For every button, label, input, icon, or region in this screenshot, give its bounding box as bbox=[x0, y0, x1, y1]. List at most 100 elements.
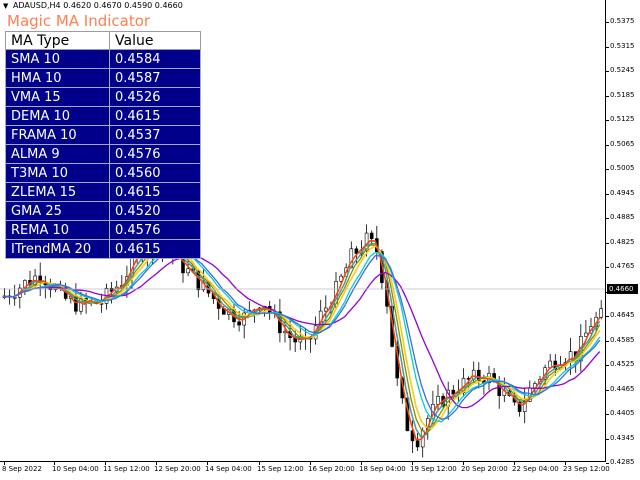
ma-value-cell: 0.4520 bbox=[109, 201, 201, 221]
price-tick-label: 0.5315 bbox=[610, 41, 635, 50]
ma-type-cell: FRAMA 10 bbox=[5, 125, 110, 145]
price-tick-label: 0.5185 bbox=[610, 90, 635, 99]
candlestick bbox=[2, 287, 7, 300]
candlestick bbox=[415, 433, 420, 451]
price-tick-label: 0.4405 bbox=[610, 409, 635, 417]
time-tick-label: 11 Sep 12:00 bbox=[103, 465, 150, 473]
time-tick-label: 10 Sep 04:00 bbox=[52, 465, 99, 473]
current-price-label: 0.4660 bbox=[607, 284, 638, 294]
price-axis[interactable]: 0.5375 0.5315 0.5245 0.5185 0.5125 0.5065 0.50… bbox=[606, 0, 640, 466]
price-tick-label: 0.5065 bbox=[610, 139, 635, 148]
ma-type-cell: REMA 10 bbox=[5, 220, 110, 240]
ma-value-cell: 0.4537 bbox=[109, 125, 201, 145]
price-tick-label: 0.4285 bbox=[610, 458, 635, 466]
price-tick-label: 0.4585 bbox=[610, 335, 635, 344]
price-tick-label: 0.4885 bbox=[610, 213, 635, 221]
symbol-dropdown-icon[interactable]: ▼ bbox=[3, 2, 8, 10]
candlestick bbox=[599, 300, 604, 320]
ma-type-cell: DEMA 10 bbox=[5, 106, 110, 126]
table-header-row: MA Type Value bbox=[5, 31, 201, 50]
time-tick-label: 22 Sep 04:00 bbox=[512, 465, 559, 473]
candlestick bbox=[17, 283, 22, 309]
price-tick bbox=[606, 389, 609, 391]
price-tick bbox=[606, 267, 609, 268]
ma-type-cell: ITrendMA 20 bbox=[5, 239, 110, 259]
price-tick bbox=[606, 242, 609, 244]
table-row: REMA 10 0.4576 bbox=[5, 220, 201, 240]
ma-type-cell: VMA 15 bbox=[5, 87, 110, 107]
ma-value-cell: 0.4615 bbox=[109, 106, 201, 126]
table-row: FRAMA 10 0.4537 bbox=[5, 125, 201, 145]
price-tick bbox=[606, 22, 609, 23]
price-tick-label: 0.5375 bbox=[610, 17, 635, 25]
table-row: VMA 15 0.4526 bbox=[5, 87, 201, 107]
time-tick-label: 15 Sep 12:00 bbox=[257, 465, 304, 473]
time-tick-label: 14 Sep 04:00 bbox=[205, 465, 252, 473]
candlestick bbox=[242, 308, 246, 339]
ma-type-cell: HMA 10 bbox=[5, 68, 110, 88]
ma-type-cell: GMA 25 bbox=[5, 201, 110, 221]
time-tick-label: 12 Sep 20:00 bbox=[154, 465, 201, 473]
ma-value-cell: 0.4587 bbox=[109, 68, 201, 88]
indicator-title: Magic MA Indicator bbox=[7, 12, 151, 30]
ma-type-cell: SMA 10 bbox=[5, 49, 110, 69]
candlestick bbox=[471, 361, 476, 385]
table-row: HMA 10 0.4587 bbox=[5, 68, 201, 88]
ma-value-cell: 0.4576 bbox=[109, 220, 201, 240]
price-tick-label: 0.4525 bbox=[610, 360, 635, 368]
price-tick bbox=[606, 71, 609, 72]
candlestick bbox=[584, 319, 588, 337]
ma-value-cell: 0.4526 bbox=[109, 87, 201, 107]
ma-type-cell: ALMA 9 bbox=[5, 144, 110, 164]
price-tick-label: 0.4945 bbox=[610, 188, 635, 197]
price-tick bbox=[606, 463, 609, 464]
price-tick bbox=[606, 46, 609, 48]
price-tick-label: 0.4825 bbox=[610, 237, 635, 246]
time-tick-label: 23 Sep 12:00 bbox=[563, 465, 610, 473]
ma-value-cell: 0.4560 bbox=[109, 163, 201, 183]
candlestick bbox=[548, 354, 553, 370]
price-tick bbox=[606, 169, 609, 170]
column-header-ma-type: MA Type bbox=[5, 31, 110, 50]
price-tick-label: 0.5125 bbox=[610, 115, 635, 123]
time-tick-label: 16 Sep 20:00 bbox=[308, 465, 355, 473]
ma-type-cell: T3MA 10 bbox=[5, 163, 110, 183]
price-tick-label: 0.5005 bbox=[610, 164, 635, 172]
price-tick-label: 0.4645 bbox=[610, 311, 635, 319]
price-tick-label: 0.4765 bbox=[610, 262, 635, 270]
price-tick bbox=[606, 365, 609, 366]
ma-value-cell: 0.4576 bbox=[109, 144, 201, 164]
price-tick bbox=[606, 144, 609, 146]
time-tick-label: 18 Sep 04:00 bbox=[359, 465, 406, 473]
column-header-value: Value bbox=[109, 31, 201, 50]
price-tick-label: 0.4345 bbox=[610, 433, 635, 442]
price-tick-label: 0.5245 bbox=[610, 66, 635, 74]
time-tick-label: 8 Sep 2022 bbox=[2, 465, 42, 473]
price-tick bbox=[606, 218, 609, 219]
price-tick bbox=[606, 316, 609, 317]
table-row: T3MA 10 0.4560 bbox=[5, 163, 201, 183]
time-tick-label: 20 Sep 20:00 bbox=[461, 465, 508, 473]
table-row: ALMA 9 0.4576 bbox=[5, 144, 201, 164]
table-row: DEMA 10 0.4615 bbox=[5, 106, 201, 126]
price-tick bbox=[606, 193, 609, 195]
ma-values-table: MA Type Value SMA 10 0.4584 HMA 10 0.4587 … bbox=[5, 31, 201, 259]
candlestick bbox=[38, 262, 43, 297]
price-tick bbox=[606, 438, 609, 440]
ma-value-cell: 0.4584 bbox=[109, 49, 201, 69]
ma-type-cell: ZLEMA 15 bbox=[5, 182, 110, 202]
time-axis[interactable]: 8 Sep 2022 10 Sep 04:00 11 Sep 12:00 12 Sep… bbox=[0, 462, 610, 480]
table-row: ITrendMA 20 0.4615 bbox=[5, 239, 201, 259]
symbol-header: ▼ ADAUSD,H4 0.4620 0.4670 0.4590 0.4660 bbox=[3, 1, 183, 10]
price-tick-label: 0.4465 bbox=[610, 384, 635, 393]
price-tick bbox=[606, 340, 609, 342]
ma-value-cell: 0.4615 bbox=[109, 182, 201, 202]
table-row: ZLEMA 15 0.4615 bbox=[5, 182, 201, 202]
symbol-name: ADAUSD,H4 bbox=[12, 1, 61, 10]
price-tick bbox=[606, 414, 609, 415]
ohlc-values: 0.4620 0.4670 0.4590 0.4660 bbox=[63, 1, 183, 10]
ma-value-cell: 0.4615 bbox=[109, 239, 201, 259]
price-tick bbox=[606, 95, 609, 97]
time-tick-label: 19 Sep 12:00 bbox=[410, 465, 457, 473]
table-row: GMA 25 0.4520 bbox=[5, 201, 201, 221]
